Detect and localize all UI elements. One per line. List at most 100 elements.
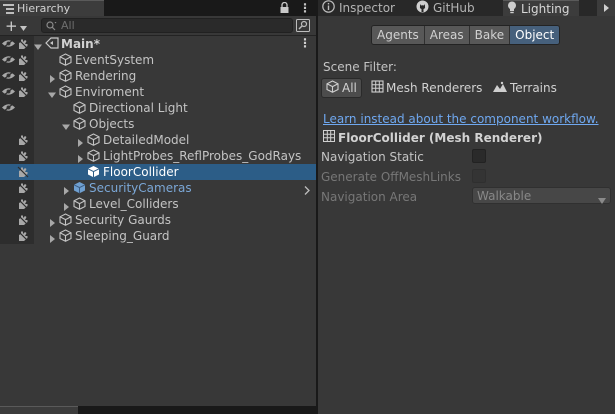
fold-closed-icon[interactable] <box>48 232 56 243</box>
segment-agents[interactable]: Agents <box>372 26 425 44</box>
scene-menu-icon[interactable]: ⋮ <box>299 36 311 50</box>
visibility-hidden-icon[interactable] <box>1 54 16 68</box>
bottom-tab[interactable] <box>0 406 78 414</box>
generate-offmeshlinks-checkbox[interactable] <box>472 169 486 183</box>
hierarchy-row[interactable]: Directional Light <box>0 100 316 116</box>
tab-lighting[interactable]: Lighting <box>503 0 579 16</box>
gameobject-icon <box>73 117 86 133</box>
gameobject-icon <box>73 197 86 213</box>
visibility-hidden-icon[interactable] <box>1 70 16 84</box>
component-title-label: FloorCollider (Mesh Renderer) <box>338 130 543 145</box>
visibility-hidden-icon[interactable] <box>1 86 16 100</box>
generate-offmeshlinks-label: Generate OffMeshLinks <box>321 170 461 184</box>
filter-mesh-renderers-button[interactable]: Mesh Renderers <box>371 78 482 98</box>
scene-search-icon[interactable] <box>296 19 310 35</box>
pickable-disabled-icon[interactable] <box>17 38 29 53</box>
fold-closed-icon[interactable] <box>76 152 84 163</box>
tab-inspector[interactable]: Inspector <box>322 0 410 16</box>
hierarchy-row[interactable]: Level_Colliders <box>0 196 316 212</box>
play-right-icon <box>603 1 609 15</box>
navigation-static-checkbox[interactable] <box>472 149 486 163</box>
grid-icon <box>371 80 384 96</box>
gameobject-icon <box>87 133 100 149</box>
segment-object[interactable]: Object <box>510 26 560 44</box>
filter-terrains-label: Terrains <box>510 81 557 95</box>
visibility-hidden-icon[interactable] <box>1 102 16 116</box>
hierarchy-row[interactable]: Objects <box>0 116 316 132</box>
hierarchy-row[interactable]: Sleeping_Guard <box>0 228 316 244</box>
gameobject-icon <box>59 69 72 85</box>
fold-closed-icon[interactable] <box>62 200 70 211</box>
fold-open-icon[interactable] <box>34 40 42 50</box>
prefab-icon <box>73 181 86 197</box>
gameobject-icon <box>59 85 72 101</box>
fold-closed-icon[interactable] <box>62 184 70 195</box>
segment-bake[interactable]: Bake <box>469 26 511 44</box>
fold-open-icon[interactable] <box>62 120 70 130</box>
pickable-disabled-icon[interactable] <box>17 198 29 213</box>
tab-github[interactable]: GitHub <box>416 0 504 16</box>
hierarchy-row-label: Rendering <box>75 69 137 83</box>
component-workflow-link[interactable]: Learn instead about the component workfl… <box>323 112 599 126</box>
hierarchy-search-input[interactable]: All <box>41 18 293 33</box>
navigation-area-label: Navigation Area <box>321 190 418 204</box>
lock-icon[interactable] <box>280 1 289 16</box>
visibility-gutter <box>0 116 34 132</box>
pickable-disabled-icon[interactable] <box>17 182 29 197</box>
visibility-hidden-icon[interactable] <box>1 38 16 52</box>
gameobject-icon <box>59 213 72 229</box>
filter-mesh-renderers-label: Mesh Renderers <box>386 81 483 95</box>
pickable-disabled-icon[interactable] <box>17 230 29 245</box>
lightbulb-icon <box>507 1 517 17</box>
github-icon <box>416 0 429 16</box>
cube-icon <box>326 80 339 96</box>
add-object-button[interactable]: + <box>2 18 30 34</box>
gameobject-icon <box>73 101 86 117</box>
hierarchy-row-label: FloorCollider <box>103 165 179 179</box>
pickable-disabled-icon[interactable] <box>17 86 29 101</box>
fold-open-icon[interactable] <box>48 88 56 98</box>
info-icon <box>322 0 335 16</box>
gameobject-icon <box>59 229 72 245</box>
navigation-segment-control: Agents Areas Bake Object <box>371 25 561 45</box>
hierarchy-toolbar: + All <box>0 16 316 36</box>
hierarchy-row[interactable]: FloorCollider <box>0 164 316 180</box>
navigation-area-dropdown[interactable]: Walkable <box>472 187 611 204</box>
pickable-disabled-icon[interactable] <box>17 214 29 229</box>
hierarchy-tab[interactable]: Hierarchy <box>0 0 104 16</box>
hierarchy-row-label: Sleeping_Guard <box>75 229 170 243</box>
hierarchy-list-icon <box>3 3 14 17</box>
hierarchy-tab-bar: Hierarchy ⋮ <box>0 0 316 16</box>
tab-menu-button[interactable] <box>597 0 615 16</box>
tab-inspector-label: Inspector <box>339 1 395 15</box>
hierarchy-row[interactable]: LightProbes_ReflProbes_GodRays <box>0 148 316 164</box>
more-options-icon[interactable]: ⋮ <box>299 1 311 15</box>
hierarchy-tab-label: Hierarchy <box>17 2 71 15</box>
hierarchy-row[interactable]: DetailedModel <box>0 132 316 148</box>
hierarchy-row[interactable]: Main* ⋮ <box>0 36 316 52</box>
component-title: FloorCollider (Mesh Renderer) <box>323 130 542 145</box>
pickable-disabled-icon[interactable] <box>17 134 29 149</box>
hierarchy-row[interactable]: EventSystem <box>0 52 316 68</box>
tab-lighting-label: Lighting <box>521 1 570 16</box>
filter-terrains-button[interactable]: Terrains <box>493 78 557 98</box>
fold-closed-icon[interactable] <box>48 216 56 227</box>
hierarchy-row-label: Level_Colliders <box>89 197 179 211</box>
hierarchy-row-label: EventSystem <box>75 53 155 67</box>
hierarchy-row[interactable]: Rendering <box>0 68 316 84</box>
segment-areas[interactable]: Areas <box>424 26 470 44</box>
pickable-disabled-icon[interactable] <box>17 166 29 181</box>
fold-closed-icon[interactable] <box>48 72 56 83</box>
pickable-disabled-icon[interactable] <box>17 150 29 165</box>
filter-all-button[interactable]: All <box>321 78 362 98</box>
hierarchy-row-label: SecurityCameras <box>89 181 192 195</box>
hierarchy-row-label: LightProbes_ReflProbes_GodRays <box>103 149 302 163</box>
hierarchy-row[interactable]: Security Gaurds <box>0 212 316 228</box>
fold-closed-icon[interactable] <box>76 136 84 147</box>
pickable-disabled-icon[interactable] <box>17 54 29 69</box>
hierarchy-row[interactable]: Enviroment <box>0 84 316 100</box>
hierarchy-row[interactable]: SecurityCameras <box>0 180 316 196</box>
navigation-area-value: Walkable <box>477 188 532 203</box>
tab-github-label: GitHub <box>433 1 475 15</box>
pickable-disabled-icon[interactable] <box>17 70 29 85</box>
